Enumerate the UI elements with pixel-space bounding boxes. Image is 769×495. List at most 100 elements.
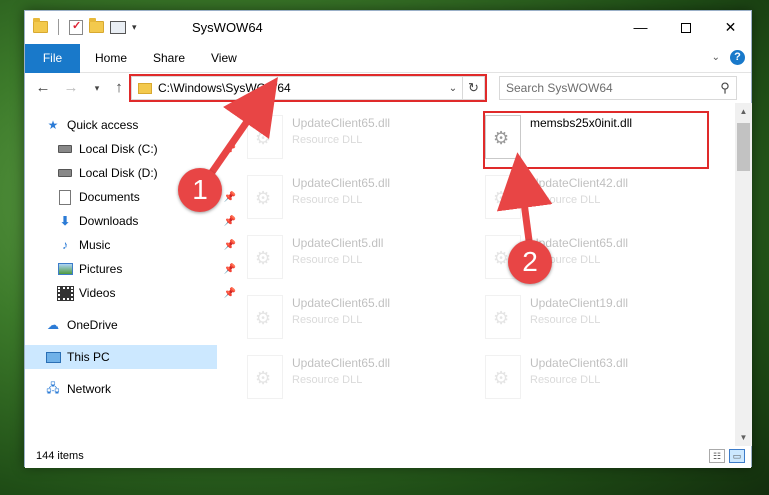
file-item[interactable]: UpdateClient42.dll Resource DLL xyxy=(485,173,715,229)
pin-icon[interactable]: 📌 xyxy=(224,192,236,203)
window-title: SysWOW64 xyxy=(192,20,263,35)
dll-file-icon xyxy=(485,175,521,219)
sidebar-item-pictures[interactable]: Pictures 📌 xyxy=(57,257,236,281)
file-item[interactable]: UpdateClient63.dll Resource DLL xyxy=(485,353,715,409)
pin-icon[interactable]: 📌 xyxy=(224,288,236,299)
new-folder-icon[interactable] xyxy=(89,18,104,33)
sidebar-item-quick-access[interactable]: ★ Quick access xyxy=(45,113,220,137)
tab-home[interactable]: Home xyxy=(95,44,127,73)
tab-share[interactable]: Share xyxy=(153,44,185,73)
properties-check-icon[interactable] xyxy=(69,19,83,35)
file-type: Resource DLL xyxy=(292,374,363,386)
downloads-icon: ⬇ xyxy=(59,214,71,228)
maximize-button[interactable] xyxy=(663,11,708,44)
search-icon[interactable]: ⚲ xyxy=(714,80,736,96)
chevron-down-icon[interactable]: ▾ xyxy=(132,22,137,33)
sidebar-item-onedrive[interactable]: ☁ OneDrive xyxy=(45,313,220,337)
folder-icon xyxy=(33,18,48,33)
pin-icon[interactable]: 📌 xyxy=(224,240,236,251)
file-item[interactable]: UpdateClient19.dll Resource DLL xyxy=(485,293,715,349)
maximize-icon xyxy=(680,23,691,34)
help-icon[interactable]: ? xyxy=(730,50,745,65)
ribbon: File Home Share View ⌄ ? xyxy=(25,44,751,73)
tab-view[interactable]: View xyxy=(211,44,237,73)
ribbon-expand-icon[interactable]: ⌄ xyxy=(712,52,720,63)
navigation-bar: ← → ▾ ↑ C:\Windows\SysWOW64 ⌄ ↻ ⚲ xyxy=(25,73,751,103)
network-icon: 🖧 xyxy=(46,380,60,395)
status-bar: 144 items ☷ ▭ xyxy=(25,446,751,468)
pc-icon xyxy=(45,349,61,365)
chevron-down-icon[interactable]: ⌄ xyxy=(444,83,462,94)
back-button[interactable]: ← xyxy=(33,78,53,98)
file-type: Resource DLL xyxy=(530,194,601,206)
file-item[interactable]: UpdateClient5.dll Resource DLL xyxy=(247,233,477,289)
refresh-button[interactable]: ↻ xyxy=(462,77,484,99)
minimize-button[interactable]: — xyxy=(618,11,663,44)
file-name: UpdateClient65.dll xyxy=(292,116,391,130)
file-name: UpdateClient5.dll xyxy=(292,236,384,250)
large-icons-view-icon[interactable]: ▭ xyxy=(729,449,745,463)
toolbar-divider xyxy=(58,19,59,35)
file-item[interactable]: UpdateClient65.dll Resource DLL xyxy=(247,173,477,229)
file-list: UpdateClient65.dll Resource DLL memsbs25x… xyxy=(243,111,733,441)
file-type: Resource DLL xyxy=(530,374,601,386)
sidebar-item-label: Music xyxy=(79,238,111,252)
step2-badge: 2 xyxy=(508,240,552,284)
dll-file-icon xyxy=(247,355,283,399)
file-type: Resource DLL xyxy=(292,134,363,146)
sidebar-item-local-disk-c[interactable]: Local Disk (C:) 📌 xyxy=(57,137,236,161)
dll-file-icon xyxy=(485,355,521,399)
sidebar-item-label: Local Disk (D:) xyxy=(79,166,158,180)
search-input[interactable] xyxy=(506,81,714,95)
dll-file-icon xyxy=(247,175,283,219)
scroll-up-icon[interactable]: ▲ xyxy=(735,103,752,120)
sidebar-item-videos[interactable]: Videos 📌 xyxy=(56,281,236,305)
star-icon: ★ xyxy=(47,118,59,132)
file-type: Resource DLL xyxy=(292,194,363,206)
close-button[interactable]: ✕ xyxy=(708,11,753,44)
file-item[interactable]: UpdateClient65.dll Resource DLL xyxy=(247,293,477,349)
sidebar-item-network[interactable]: 🖧 Network xyxy=(45,377,220,401)
explorer-window: ▾ SysWOW64 — ✕ File Home Share View ⌄ ? … xyxy=(24,10,752,468)
file-item-target[interactable]: memsbs25x0init.dll xyxy=(485,113,715,169)
address-path[interactable]: C:\Windows\SysWOW64 xyxy=(158,81,444,95)
videos-icon xyxy=(56,285,74,301)
item-count: 144 items xyxy=(36,450,84,462)
drive-icon xyxy=(57,141,73,157)
drive-icon xyxy=(57,165,73,181)
file-name: memsbs25x0init.dll xyxy=(530,116,633,130)
sidebar-item-music[interactable]: ♪ Music 📌 xyxy=(57,233,236,257)
file-type: Resource DLL xyxy=(292,254,363,266)
sidebar-item-this-pc[interactable]: This PC xyxy=(25,345,217,369)
sidebar-item-label: Videos xyxy=(79,286,116,300)
sidebar-item-downloads[interactable]: ⬇ Downloads 📌 xyxy=(57,209,236,233)
pin-icon[interactable]: 📌 xyxy=(224,264,236,275)
dll-file-icon xyxy=(485,115,521,159)
scrollbar-thumb[interactable] xyxy=(737,123,750,171)
file-name: UpdateClient42.dll xyxy=(530,176,629,190)
details-view-icon[interactable]: ☷ xyxy=(709,449,725,463)
title-bar: ▾ SysWOW64 — ✕ xyxy=(25,11,751,44)
sidebar-item-label: Documents xyxy=(79,190,140,204)
file-item[interactable]: UpdateClient65.dll Resource DLL xyxy=(247,353,477,409)
forward-button[interactable]: → xyxy=(61,78,81,98)
documents-icon xyxy=(57,189,73,205)
pin-icon[interactable]: 📌 xyxy=(224,144,236,155)
folder-icon xyxy=(138,82,152,94)
onedrive-icon: ☁ xyxy=(47,318,59,332)
up-button[interactable]: ↑ xyxy=(109,78,129,98)
recent-locations-button[interactable]: ▾ xyxy=(87,78,107,98)
address-bar[interactable]: C:\Windows\SysWOW64 ⌄ ↻ xyxy=(131,76,485,100)
scroll-down-icon[interactable]: ▼ xyxy=(735,429,752,446)
search-box[interactable]: ⚲ xyxy=(499,76,737,100)
sidebar-item-label: Downloads xyxy=(79,214,139,228)
pin-icon[interactable]: 📌 xyxy=(224,216,236,227)
sidebar-item-label: OneDrive xyxy=(67,318,118,332)
dll-file-icon xyxy=(247,115,283,159)
file-item[interactable]: UpdateClient65.dll Resource DLL xyxy=(247,113,477,169)
pictures-icon xyxy=(57,261,73,277)
tab-file[interactable]: File xyxy=(25,44,80,73)
customize-icon[interactable] xyxy=(110,20,126,34)
file-name: UpdateClient19.dll xyxy=(530,296,629,310)
vertical-scrollbar[interactable]: ▲ ▼ xyxy=(735,103,752,446)
